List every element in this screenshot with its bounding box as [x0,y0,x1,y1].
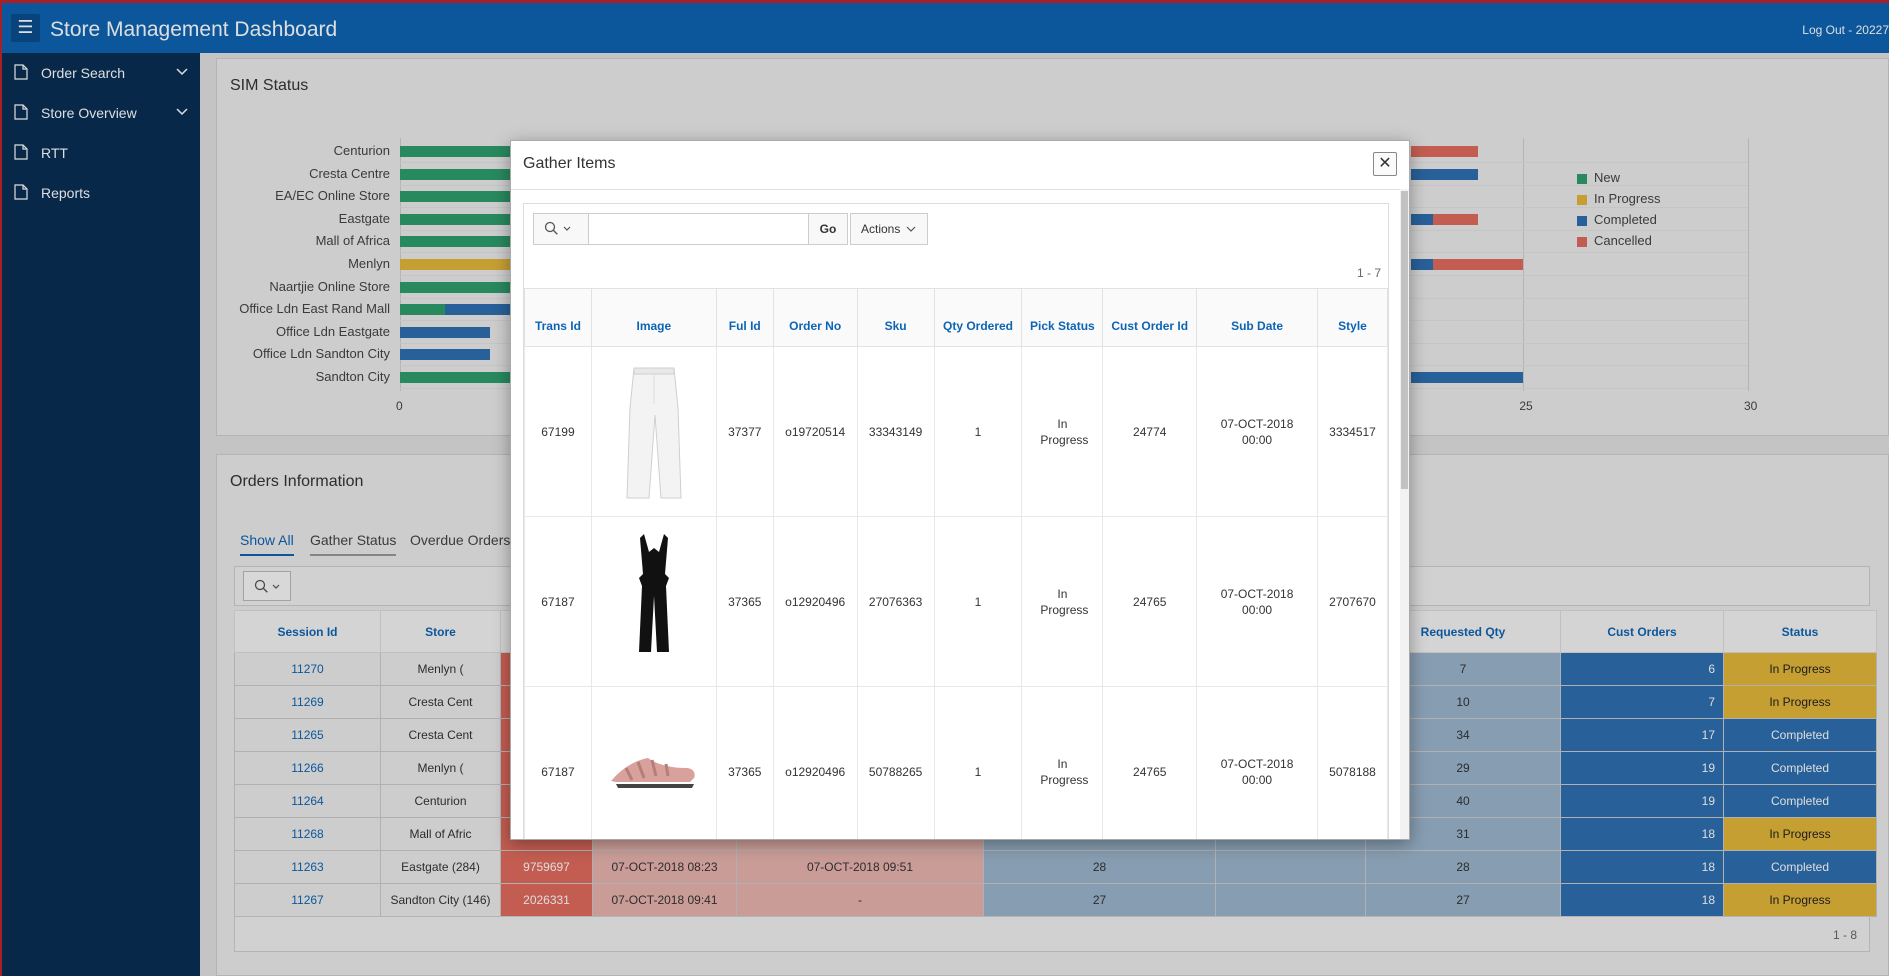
search-column-menu[interactable] [534,214,589,244]
cell-qty: 1 [933,346,1023,517]
table-row: 67187 37365 o12920496 50788265 1 In Prog… [524,686,1388,839]
table-row: 67187 37365 o12920496 27076363 1 In Prog… [524,516,1388,687]
cell-sub-date: 07-OCT-2018 00:00 [1196,346,1318,517]
product-image [611,757,695,788]
col-header[interactable]: Pick Status [1021,288,1104,347]
product-image-pink-sandal [590,686,717,839]
cell-style: 5078188 [1317,686,1388,839]
cell-order-no: o12920496 [772,516,858,687]
cell-pick-status: In Progress [1021,686,1104,839]
cell-cust-order: 24774 [1102,346,1198,517]
sub-date-text: 07-OCT-2018 00:00 [1220,586,1294,617]
cell-sku: 27076363 [856,516,935,687]
close-icon[interactable]: ✕ [1373,152,1397,176]
chevron-down-icon [906,226,916,232]
table-header-row: Trans Id Image Ful Id Order No Sku Qty O… [524,288,1388,347]
dialog-body: Go Actions 1 - 7 Trans Id Image Ful Id O… [511,189,1400,839]
table-row: 67199 37377 o19720514 33343149 1 In Prog… [524,346,1388,517]
search-icon [544,221,571,235]
product-image [626,367,682,498]
pick-status-text: In Progress [1040,756,1089,787]
cell-cust-order: 24765 [1102,686,1198,839]
pick-status-text: In Progress [1040,586,1089,617]
cell-ful-id: 37365 [715,516,774,687]
gather-items-table: Trans Id Image Ful Id Order No Sku Qty O… [524,288,1388,839]
cell-qty: 1 [933,686,1023,839]
dialog-title: Gather Items [523,155,616,172]
go-button[interactable]: Go [808,213,848,245]
cell-cust-order: 24765 [1102,516,1198,687]
col-header[interactable]: Cust Order Id [1102,288,1198,347]
cell-trans-id: 67187 [524,516,592,687]
cell-trans-id: 67199 [524,346,592,517]
sub-date-text: 07-OCT-2018 00:00 [1220,416,1294,447]
cell-pick-status: In Progress [1021,346,1104,517]
cell-order-no: o19720514 [772,346,858,517]
cell-trans-id: 67187 [524,686,592,839]
col-header[interactable]: Style [1317,288,1388,347]
product-image-black-jumpsuit [590,516,717,687]
col-header[interactable]: Image [590,288,717,347]
sub-date-text: 07-OCT-2018 00:00 [1220,756,1294,787]
dialog-pagination: 1 - 7 [1356,266,1381,280]
cell-ful-id: 37365 [715,686,774,839]
search-input[interactable] [590,214,808,244]
product-image [638,533,669,652]
scrollbar-thumb[interactable] [1401,191,1408,489]
cell-sku: 33343149 [856,346,935,517]
cell-sub-date: 07-OCT-2018 00:00 [1196,686,1318,839]
cell-sub-date: 07-OCT-2018 00:00 [1196,516,1318,687]
actions-button[interactable]: Actions [850,213,928,245]
col-header[interactable]: Sub Date [1196,288,1318,347]
col-header[interactable]: Qty Ordered [933,288,1023,347]
col-header[interactable]: Ful Id [715,288,774,347]
cell-qty: 1 [933,516,1023,687]
cell-style: 3334517 [1317,346,1388,517]
col-header[interactable]: Trans Id [524,288,592,347]
cell-order-no: o12920496 [772,686,858,839]
actions-label: Actions [861,222,901,236]
gather-items-report: Go Actions 1 - 7 Trans Id Image Ful Id O… [523,203,1389,839]
cell-sku: 50788265 [856,686,935,839]
pick-status-text: In Progress [1040,416,1089,447]
cell-ful-id: 37377 [715,346,774,517]
search-bar: Go [533,213,848,245]
col-header[interactable]: Order No [772,288,858,347]
product-image-white-trousers [590,346,717,517]
dialog-scrollbar[interactable] [1400,189,1409,839]
col-header[interactable]: Sku [856,288,935,347]
cell-style: 2707670 [1317,516,1388,687]
gather-items-dialog: Gather Items ✕ Go Actions 1 - 7 Trans Id… [510,140,1410,840]
cell-pick-status: In Progress [1021,516,1104,687]
